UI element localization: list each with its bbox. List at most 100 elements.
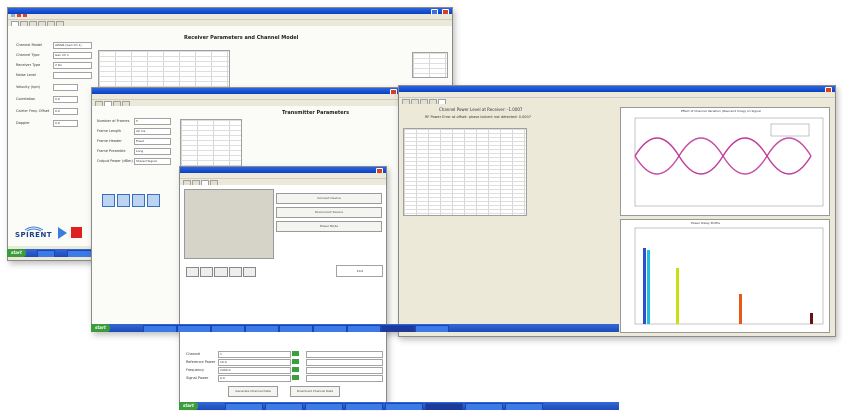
right-field[interactable] [306, 375, 383, 382]
brand-text: SPIRENT [15, 231, 53, 239]
output-power-select[interactable]: Shared Signal [134, 158, 171, 165]
field-label: Receiver Type [16, 63, 41, 67]
taskbar-item[interactable] [279, 325, 313, 332]
taskbar-item[interactable] [415, 325, 449, 332]
channel-type-select[interactable]: Gen Ch 1 [53, 52, 92, 59]
frequency-input[interactable]: 2400.0 [218, 367, 291, 374]
carrier-offset-input[interactable]: 0.0 [53, 108, 78, 115]
right-field[interactable] [306, 359, 383, 366]
field-label: Output Power (dBm) [97, 159, 133, 163]
slider-4[interactable] [228, 267, 242, 277]
results-table[interactable] [403, 128, 527, 216]
taskbar-item[interactable] [143, 325, 177, 332]
taskbar-item[interactable] [245, 325, 279, 332]
frame-length-select[interactable]: 20 ms [134, 128, 171, 135]
right-field[interactable] [306, 351, 383, 358]
slider-2[interactable] [200, 267, 214, 277]
results-panel: Channel Power Level at Receiver: -1.0007… [399, 104, 835, 336]
status-led [292, 375, 299, 380]
doppler-input[interactable]: 0.0 [53, 120, 78, 127]
taskbar-item[interactable] [505, 403, 543, 410]
channel-panel: Connect Device Disconnect Device Power M… [180, 185, 386, 404]
power-delay-svg [634, 227, 824, 325]
reference-power-input[interactable]: 10.0 [218, 359, 291, 366]
noise-level-input[interactable] [53, 72, 92, 79]
receiver-type-select[interactable]: 2 Rx [53, 62, 92, 69]
channel-model-select[interactable]: AWGN (Gen Ch 1) [53, 42, 92, 49]
start-button[interactable]: start [179, 402, 198, 410]
signal-chart-svg [634, 117, 824, 207]
frame-header-select[interactable]: Fixed [134, 138, 171, 145]
taskbar-item[interactable] [305, 403, 343, 410]
taskbar-item[interactable] [465, 403, 503, 410]
stop-icon[interactable] [71, 227, 82, 238]
title-bar [8, 8, 452, 14]
side-table[interactable] [412, 52, 448, 78]
connect-device-button[interactable]: Connect Device [276, 193, 382, 204]
toolbar-icon-2[interactable] [16, 14, 21, 17]
attenuator-sliders[interactable] [186, 267, 257, 277]
disconnect-device-button[interactable]: Disconnect Device [276, 207, 382, 218]
toolbar-icon-1[interactable] [11, 14, 15, 17]
taskbar-item[interactable] [313, 325, 347, 332]
64qam-icon[interactable] [132, 194, 145, 207]
power-mode-button[interactable]: Power Mode [276, 221, 382, 232]
status-led [292, 367, 299, 372]
modulation-icons [102, 194, 162, 208]
taskbar-item[interactable] [347, 325, 381, 332]
16qam-icon[interactable] [117, 194, 130, 207]
play-icon[interactable] [58, 227, 67, 239]
frames-input[interactable]: 5 [134, 118, 171, 125]
results-window: Channel Power Level at Receiver: -1.0007… [398, 85, 836, 337]
field-label: Frame Preamble [97, 149, 126, 153]
subline: RF Power Error at offset: phase locked: … [425, 115, 531, 119]
taskbar-item[interactable] [425, 403, 463, 410]
taskbar-item[interactable] [381, 325, 415, 332]
taskbar-1: start [7, 249, 97, 257]
start-button[interactable]: start [91, 324, 110, 332]
qpsk-icon[interactable] [102, 194, 115, 207]
close-button[interactable] [376, 168, 383, 173]
title-bar [180, 167, 386, 173]
start-button[interactable]: start [7, 249, 26, 257]
slider-5[interactable] [242, 267, 257, 277]
signal-power-input[interactable]: 0.0 [218, 375, 291, 382]
toolbar-icon-3[interactable] [22, 14, 27, 17]
form-title: Receiver Parameters and Channel Model [184, 35, 299, 41]
taskbar-item[interactable] [37, 250, 55, 257]
velocity-input[interactable] [53, 84, 78, 91]
close-button[interactable] [825, 87, 832, 92]
slider-1[interactable] [186, 267, 200, 277]
field-label: Channel Model [16, 43, 42, 47]
minimize-button[interactable] [431, 9, 438, 14]
status-led [292, 359, 299, 364]
taskbar-item[interactable] [225, 403, 263, 410]
close-button[interactable] [390, 89, 397, 94]
field-label: Doppler [16, 121, 30, 125]
correlation-input[interactable]: 0.0 [53, 96, 78, 103]
signal-chart: Effect of Channel Variation (Real and Im… [620, 107, 830, 216]
taskbar-item[interactable] [345, 403, 383, 410]
frame-preamble-select[interactable]: Long [134, 148, 171, 155]
taskbar-item[interactable] [177, 325, 211, 332]
slider-3[interactable] [214, 267, 228, 277]
right-field[interactable] [306, 367, 383, 374]
taskbar-item[interactable] [265, 403, 303, 410]
chart-legend [770, 123, 810, 137]
form-title: Transmitter Parameters [282, 110, 350, 116]
bpsk-icon[interactable] [147, 194, 160, 207]
channel-window: Connect Device Disconnect Device Power M… [179, 166, 387, 405]
field-label: Frequency [186, 368, 205, 372]
download-channel-data-button[interactable]: Download Channel Data [290, 386, 340, 397]
taskbar-item[interactable] [385, 403, 423, 410]
taskbar-item[interactable] [211, 325, 245, 332]
generate-channel-data-button[interactable]: Generate Channel Data [228, 386, 278, 397]
channel-input[interactable]: 1 [218, 351, 291, 358]
taskbar-2: start [91, 324, 619, 332]
tab-strip [92, 100, 400, 106]
device-list[interactable] [184, 189, 274, 259]
side-value-field[interactable]: 10.0 [336, 265, 383, 277]
headline: Channel Power Level at Receiver: -1.0007 [439, 107, 523, 112]
close-button[interactable] [442, 9, 449, 14]
field-label: Reference Power [186, 360, 216, 364]
